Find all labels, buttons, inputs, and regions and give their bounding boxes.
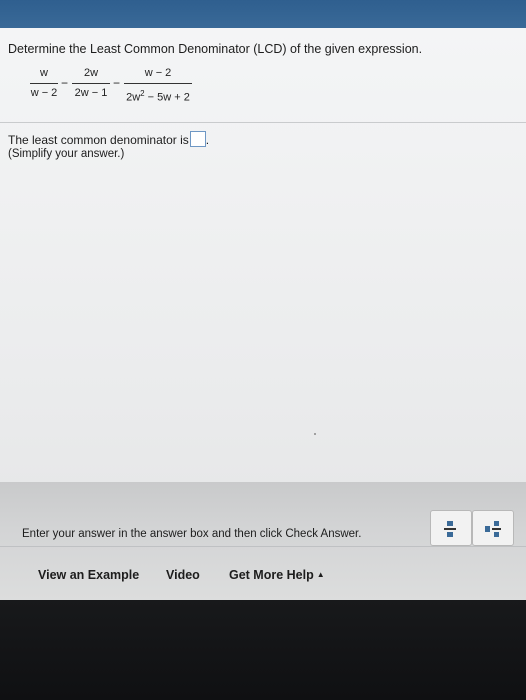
get-more-help-button[interactable]: Get More Help ▲ (229, 568, 325, 582)
browser-top-bar (0, 0, 526, 30)
fraction-2-numerator: 2w (83, 67, 99, 79)
mixed-number-template-icon (485, 521, 501, 537)
fraction-2-denominator: 2w − 1 (74, 87, 108, 99)
fraction-1-denominator: w − 2 (30, 87, 58, 99)
fraction-1: w w − 2 (30, 66, 58, 101)
question-divider (0, 122, 526, 123)
fraction-3: w − 2 2w2 − 5w + 2 (124, 66, 192, 104)
answer-prompt-period: . (205, 133, 210, 147)
footer-instructions: Enter your answer in the answer box and … (22, 528, 362, 540)
fraction-3-bar (124, 83, 192, 84)
fraction-template-icon (444, 521, 456, 537)
answer-prompt-text: The least common denominator is (8, 133, 189, 147)
fraction-1-bar (30, 83, 58, 84)
video-button[interactable]: Video (166, 568, 200, 582)
answer-input-box[interactable] (189, 131, 206, 147)
minus-operator-1: − (61, 76, 69, 90)
footer-divider (0, 546, 526, 547)
caret-up-icon: ▲ (316, 570, 325, 579)
get-more-help-label: Get More Help (229, 568, 314, 582)
stray-dot (314, 433, 316, 435)
view-example-button[interactable]: View an Example (38, 568, 139, 582)
screen-bezel (0, 600, 526, 700)
rational-expression: w w − 2 − 2w 2w − 1 − w − 2 2w2 − 5w + 2 (30, 66, 210, 106)
fraction-2: 2w 2w − 1 (72, 66, 110, 101)
fraction-3-denominator: 2w2 − 5w + 2 (124, 86, 192, 104)
mixed-number-template-button[interactable] (472, 510, 514, 546)
question-title: Determine the Least Common Denominator (… (8, 42, 423, 56)
minus-operator-2: − (113, 76, 121, 90)
fraction-3-numerator: w − 2 (144, 67, 172, 79)
fraction-1-numerator: w (40, 67, 48, 79)
fraction-3-denominator-rest: − 5w + 2 (144, 91, 190, 104)
answer-prompt: The least common denominator is. (8, 131, 209, 147)
fraction-template-button[interactable] (430, 510, 472, 546)
fraction-3-denominator-base: 2w (126, 91, 141, 104)
fraction-2-bar (72, 83, 110, 84)
simplify-hint: (Simplify your answer.) (8, 148, 125, 160)
